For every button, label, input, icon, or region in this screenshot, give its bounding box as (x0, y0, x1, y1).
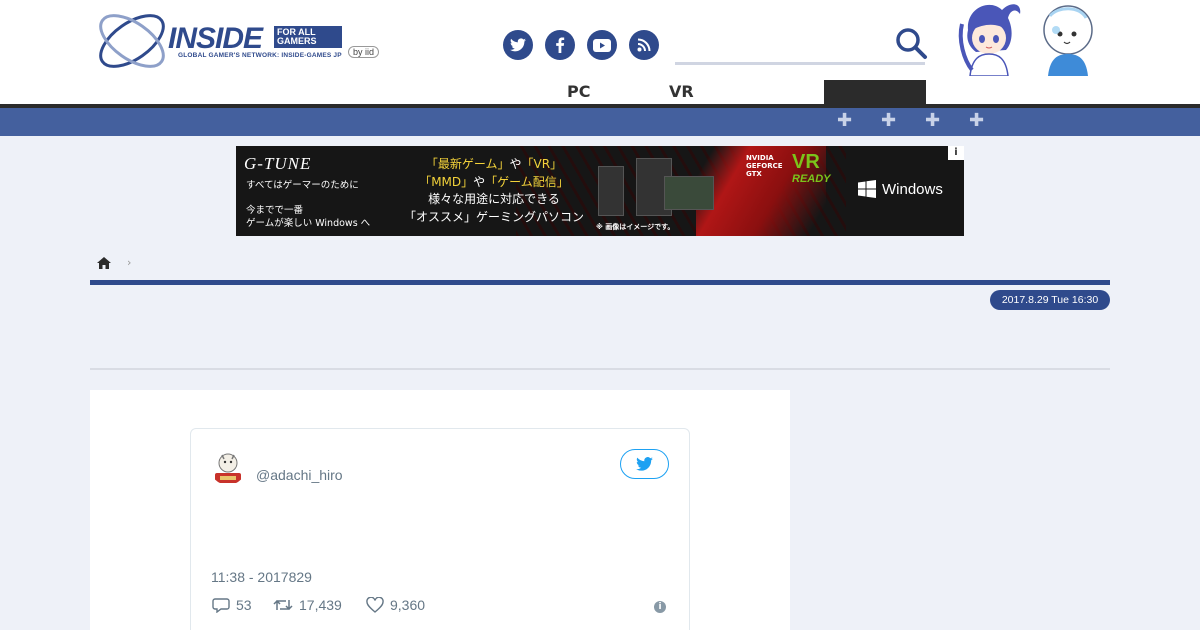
retweet-icon (273, 599, 293, 611)
ad-headline-1c: 「VR」 (521, 157, 563, 171)
mascot-girl-icon[interactable] (956, 0, 1024, 76)
sub-navigation-bar (0, 108, 1200, 136)
breadcrumb-separator: › (127, 256, 132, 269)
windows-icon (858, 180, 876, 198)
rss-icon (637, 38, 651, 52)
logo-by-iid: by iid (348, 46, 380, 58)
twitter-icon (636, 457, 653, 471)
ad-brand-logo: G-TUNE (244, 154, 312, 173)
youtube-link[interactable] (587, 30, 617, 60)
plus-icon[interactable]: ✚ (881, 112, 896, 130)
ad-headline-1b: や (509, 157, 522, 171)
retweet-action[interactable]: 17,439 (273, 597, 342, 613)
facebook-link[interactable] (545, 30, 575, 60)
mascot-snowman-icon[interactable] (1040, 0, 1096, 76)
home-icon[interactable] (96, 255, 112, 271)
embedded-tweet[interactable] (190, 428, 690, 630)
facebook-icon (556, 37, 565, 53)
nav-item-pc[interactable]: PC (567, 82, 590, 101)
article-title-bar (90, 280, 1110, 285)
ad-monitor-image (664, 176, 714, 210)
ad-left-copy-3: ゲームが楽しい Windows へ (246, 218, 371, 229)
ad-vr-label: VR (792, 151, 820, 173)
search-input[interactable] (675, 62, 925, 65)
ad-headline-3: 様々な用途に対応できる (428, 192, 560, 206)
twitter-icon (510, 38, 526, 52)
logo-wordmark: INSIDE (168, 22, 263, 55)
reply-count: 53 (236, 597, 252, 613)
ad-ready-label: READY (792, 173, 831, 185)
plus-icon[interactable]: ✚ (837, 112, 852, 130)
nav-item-vr[interactable]: VR (669, 82, 694, 101)
ad-gpu-line-1: NVIDIA (746, 154, 774, 162)
youtube-icon (593, 38, 611, 52)
logo-tagline: GLOBAL GAMER'S NETWORK: INSIDE-GAMES JP (178, 52, 342, 59)
ad-info-icon[interactable]: i (948, 146, 964, 160)
ad-left-copy-2: 今までで一番 (246, 205, 304, 216)
twitter-link[interactable] (503, 30, 533, 60)
heart-icon (366, 597, 384, 613)
ad-headline-1a: 「最新ゲーム」 (425, 157, 510, 171)
reply-icon (212, 598, 230, 613)
tweet-timestamp[interactable]: 11:38 - 2017829 (211, 569, 312, 585)
ad-gpu-line-2: GEFORCE (746, 162, 783, 170)
retweet-count: 17,439 (299, 597, 342, 613)
plus-icon[interactable]: ✚ (969, 112, 984, 130)
plus-icon[interactable]: ✚ (925, 112, 940, 130)
reply-action[interactable]: 53 (212, 597, 252, 613)
ad-headline-2c: 「ゲーム配信」 (485, 174, 569, 189)
ad-gpu-line-3: GTX (746, 170, 762, 178)
twitter-follow-button[interactable] (620, 449, 669, 479)
avatar[interactable] (210, 449, 246, 485)
ad-disclaimer: ※ 画像はイメージです。 (596, 223, 675, 231)
rss-link[interactable] (629, 30, 659, 60)
logo-orbit-icon (99, 14, 165, 68)
article-date: 2017.8.29 Tue 16:30 (990, 290, 1110, 310)
site-logo[interactable]: INSIDE FOR ALL GAMERS GLOBAL GAMER'S NET… (92, 6, 392, 76)
nav-item-active[interactable] (824, 80, 926, 106)
article-divider (90, 368, 1110, 370)
like-count: 9,360 (390, 597, 426, 613)
ad-windows-logo: Windows (858, 180, 943, 198)
ad-left-copy-1: すべてはゲーマーのために (246, 180, 359, 191)
ad-pc-image (598, 166, 624, 216)
ad-gpu-badge: NVIDIA GEFORCE GTX (746, 154, 783, 178)
ad-banner[interactable]: G-TUNE すべてはゲーマーのために 今までで一番 ゲームが楽しい Windo… (236, 146, 964, 236)
ad-headline-2b: や (473, 174, 486, 189)
ad-headline-4: 「オススメ」ゲーミングパソコン (403, 209, 584, 224)
ad-windows-text: Windows (882, 180, 943, 198)
logo-for-all-gamers: FOR ALL GAMERS (274, 26, 342, 48)
like-action[interactable]: 9,360 (366, 597, 425, 613)
avatar-image (210, 449, 246, 485)
ad-headline: 「最新ゲーム」や「VR」 「MMD」や「ゲーム配信」 様々な用途に対応できる 「… (394, 156, 594, 226)
ad-headline-2a: 「MMD」 (419, 174, 474, 189)
info-icon[interactable]: i (654, 601, 666, 613)
tweet-handle[interactable]: @adachi_hiro (256, 467, 343, 483)
search-icon[interactable] (894, 26, 928, 60)
